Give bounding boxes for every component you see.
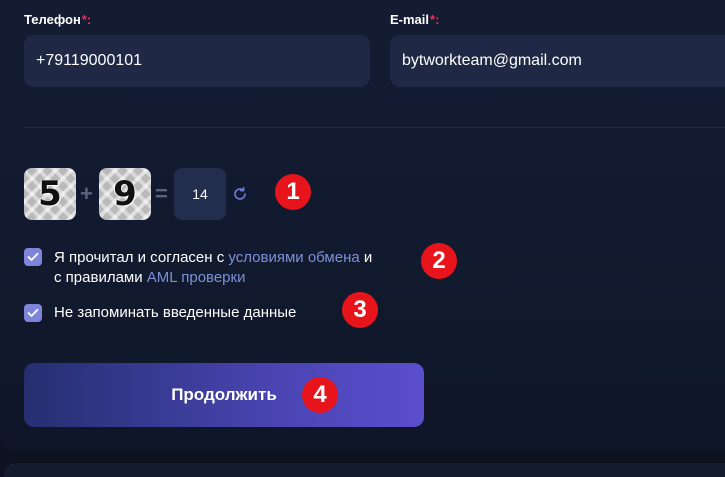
email-input-value: bytworkteam@gmail.com: [402, 52, 582, 69]
agreement-text-part-3: с правилами: [54, 269, 147, 286]
required-mark: *:: [430, 12, 440, 27]
terms-link[interactable]: условиями обмена: [228, 249, 359, 266]
email-label-text: E-mail: [390, 12, 430, 27]
required-mark: *:: [81, 12, 92, 27]
captcha-answer-input[interactable]: 14: [174, 168, 226, 220]
remember-checkbox[interactable]: [24, 304, 42, 322]
captcha-second-number: 9: [99, 168, 151, 220]
phone-input-value: +79119000101: [36, 52, 143, 69]
check-icon: [27, 308, 39, 317]
divider: [24, 127, 725, 128]
agreement-text-part-2: и: [359, 249, 373, 266]
check-icon: [27, 252, 39, 261]
phone-label-text: Телефон: [24, 12, 81, 27]
exchange-form-card: Телефон*: +79119000101 E-mail*: bytworkt…: [0, 0, 725, 451]
phone-label: Телефон*:: [24, 12, 91, 27]
aml-link[interactable]: AML проверки: [147, 269, 246, 286]
remember-text: Не запоминать введенные данные: [54, 304, 297, 321]
email-input[interactable]: bytworkteam@gmail.com: [390, 35, 725, 87]
email-label: E-mail*:: [390, 12, 439, 27]
captcha-plus-sign: +: [80, 181, 93, 206]
agreement-checkbox[interactable]: [24, 248, 42, 266]
agreement-text-part-1: Я прочитал и согласен с: [54, 249, 229, 266]
phone-input[interactable]: +79119000101: [24, 35, 370, 87]
captcha-first-number: 5: [24, 168, 76, 220]
agreement-text: Я прочитал и согласен с условиями обмена…: [54, 248, 372, 288]
refresh-icon[interactable]: [231, 185, 249, 203]
marker-3: 3: [342, 292, 378, 328]
captcha-equals-sign: =: [155, 181, 168, 206]
next-section-card: [4, 463, 725, 477]
marker-1: 1: [275, 174, 311, 210]
marker-2: 2: [421, 243, 457, 279]
continue-button[interactable]: Продолжить: [24, 363, 424, 427]
continue-button-label: Продолжить: [171, 385, 277, 404]
marker-4: 4: [302, 377, 338, 413]
